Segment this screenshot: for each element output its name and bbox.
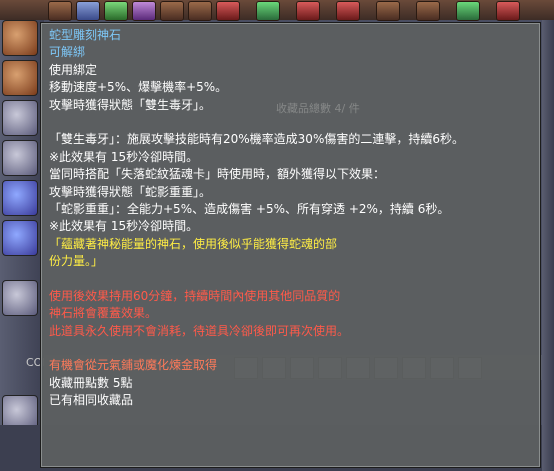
item-slot[interactable] xyxy=(160,1,184,21)
item-slot[interactable] xyxy=(76,1,100,21)
effect-line: 當同時搭配「失落蛇紋猛魂卡」時使用時，額外獲得以下效果： xyxy=(49,167,386,182)
warning-line: 使用後效果持用60分鐘，持續時間內使用其他同品質的 xyxy=(49,288,341,303)
item-source: 有機會從元氣鋪或魔化煉金取得 xyxy=(49,358,218,373)
item-slot[interactable] xyxy=(188,1,212,21)
left-item-slot[interactable] xyxy=(2,180,38,216)
left-item-slot[interactable] xyxy=(2,60,38,96)
right-panel-edge xyxy=(542,20,554,471)
item-slot[interactable] xyxy=(132,1,156,21)
effect-line: 「蛇影重重」：全能力+5%、造成傷害 +5%、所有穿透 +2%，持續 6秒。 xyxy=(49,201,450,216)
item-slot[interactable] xyxy=(456,1,480,21)
left-item-slot[interactable] xyxy=(2,20,38,56)
effect-line: 「雙生毒牙」：施展攻擊技能時有20%機率造成30%傷害的二連擊，持續6秒。 xyxy=(49,132,464,147)
effect-line: 攻擊時獲得狀態「蛇影重重」。 xyxy=(49,184,212,199)
collection-points: 收藏冊點數 5點 xyxy=(49,375,133,390)
left-item-slot[interactable] xyxy=(2,100,38,136)
item-title: 蛇型雕刻神石 xyxy=(49,28,122,42)
warning-line: 神石將會覆蓋效果。 xyxy=(49,306,158,321)
left-item-panel xyxy=(0,20,44,471)
item-slot[interactable] xyxy=(256,1,280,21)
effect-line: ※此效果有 15秒冷卻時間。 xyxy=(49,219,199,234)
bind-status: 使用綁定 xyxy=(49,62,98,77)
item-slot[interactable] xyxy=(416,1,440,21)
item-slot[interactable] xyxy=(216,1,240,21)
tradeable-status: 可解綁 xyxy=(49,45,86,60)
collection-count-bg: 收藏品總數 4/ 件 xyxy=(276,102,360,115)
item-slot[interactable] xyxy=(336,1,360,21)
item-bar-top xyxy=(0,0,554,21)
left-item-slot[interactable] xyxy=(2,280,38,316)
item-slot[interactable] xyxy=(376,1,400,21)
item-slot[interactable] xyxy=(496,1,520,21)
item-slot[interactable] xyxy=(104,1,128,21)
left-item-slot[interactable] xyxy=(2,140,38,176)
collected-status: 已有相同收藏品 xyxy=(49,393,134,408)
item-tooltip: 蛇型雕刻神石 可解綁 使用綁定 移動速度+5%、爆擊機率+5%。 攻擊時獲得狀態… xyxy=(40,22,541,468)
effect-line: ※此效果有 15秒冷卻時間。 xyxy=(49,149,199,164)
lore-line: 「蘊藏著神秘能量的神石，使用後似乎能獲得蛇魂的部 xyxy=(49,236,338,251)
warning-line: 此道具永久使用不會消耗，待道具冷卻後即可再次使用。 xyxy=(49,323,350,338)
left-item-slot[interactable] xyxy=(2,220,38,256)
item-stats: 移動速度+5%、爆擊機率+5%。 xyxy=(49,80,228,95)
item-slot[interactable] xyxy=(48,1,72,21)
lore-line: 份力量。」 xyxy=(49,254,104,269)
item-slot[interactable] xyxy=(296,1,320,21)
